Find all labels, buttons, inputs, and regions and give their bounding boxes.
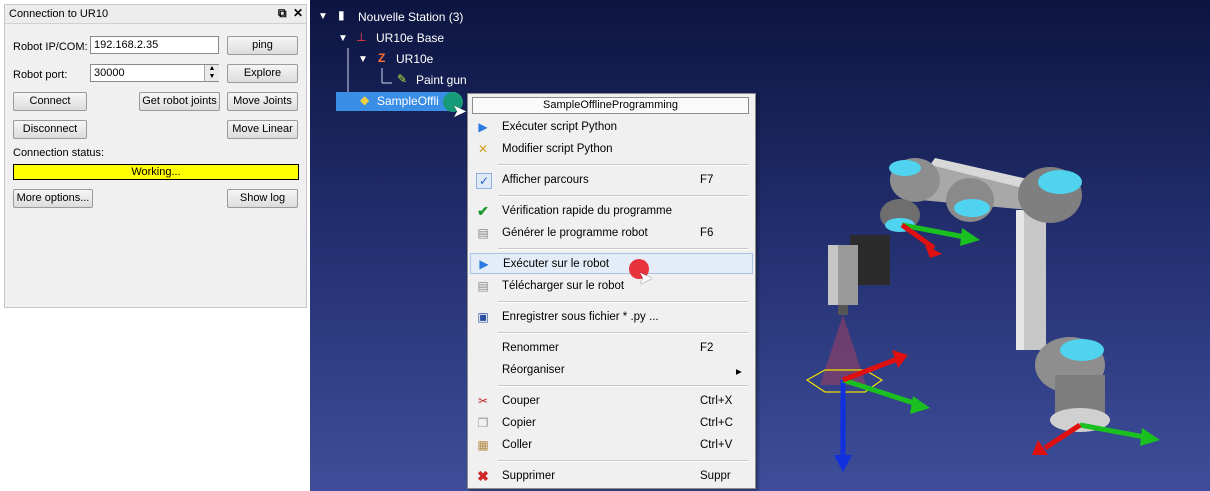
menu-separator: [498, 385, 748, 387]
tool-icon: ✎: [397, 72, 408, 86]
robot-icon: Z: [378, 51, 386, 65]
move-linear-button[interactable]: Move Linear: [227, 120, 298, 139]
more-options-button[interactable]: More options...: [13, 189, 93, 208]
menu-item-cut[interactable]: ✂ Couper Ctrl+X: [470, 391, 753, 412]
station-icon: ▮: [338, 8, 345, 22]
play-icon: ▶: [478, 120, 488, 134]
connect-button[interactable]: Connect: [13, 92, 87, 111]
tree-robot[interactable]: UR10e: [396, 52, 433, 66]
menu-separator: [498, 460, 748, 462]
menu-item-delete[interactable]: ✖ Supprimer Suppr: [470, 466, 753, 487]
delete-icon: ✖: [477, 468, 489, 484]
panel-titlebar: Connection to UR10 ⧉ ✕: [5, 5, 306, 24]
menu-item-quick-check[interactable]: ✔ Vérification rapide du programme: [470, 201, 753, 222]
connection-status-label: Connection status:: [13, 147, 105, 159]
port-stepper[interactable]: 30000: [90, 64, 219, 82]
restore-icon[interactable]: ⧉: [278, 6, 287, 21]
tree-station[interactable]: Nouvelle Station (3): [358, 10, 463, 24]
expand-arrow-icon[interactable]: ▼: [358, 54, 368, 65]
check-icon: ✔: [477, 203, 489, 219]
menu-separator: [498, 248, 748, 250]
move-joints-button[interactable]: Move Joints: [227, 92, 298, 111]
menu-item-reorganize[interactable]: Réorganiser ▸: [470, 360, 753, 381]
get-robot-joints-button[interactable]: Get robot joints: [139, 92, 220, 111]
mouse-pointer-icon: ➤: [638, 268, 654, 288]
expand-arrow-icon[interactable]: ▼: [318, 11, 328, 22]
disconnect-button[interactable]: Disconnect: [13, 120, 87, 139]
menu-item-edit-python[interactable]: ✕ Modifier script Python: [470, 139, 753, 160]
3d-viewport[interactable]: ▼ ▮ Nouvelle Station (3) ▼ ⊥ UR10e Base …: [310, 0, 1210, 491]
ping-button[interactable]: ping: [227, 36, 298, 55]
submenu-arrow-icon: ▸: [736, 366, 742, 378]
tree-program[interactable]: SampleOffli: [377, 94, 439, 108]
frame-icon: ⊥: [356, 30, 367, 44]
menu-item-run-on-robot[interactable]: ▶ Exécuter sur le robot: [470, 253, 753, 274]
spin-arrows-icon[interactable]: ▲ ▼: [204, 65, 219, 81]
document-icon: ▤: [477, 279, 489, 293]
menu-separator: [498, 195, 748, 197]
menu-separator: [498, 301, 748, 303]
menu-item-save-as-py[interactable]: ▣ Enregistrer sous fichier * .py ...: [470, 307, 753, 328]
explore-button[interactable]: Explore: [227, 64, 298, 83]
save-icon: ▣: [477, 310, 489, 324]
scissors-icon: ✂: [477, 394, 489, 408]
ip-input[interactable]: [90, 36, 219, 54]
menu-item-copy[interactable]: ❐ Copier Ctrl+C: [470, 413, 753, 434]
tree-base[interactable]: UR10e Base: [376, 31, 444, 45]
context-menu: SampleOfflineProgramming ▶ Exécuter scri…: [467, 93, 756, 489]
document-icon: ▤: [477, 226, 489, 240]
connection-panel: Connection to UR10 ⧉ ✕ Robot IP/COM: pin…: [4, 4, 307, 308]
menu-item-upload-to-robot[interactable]: ▤ Télécharger sur le robot: [470, 276, 753, 297]
show-log-button[interactable]: Show log: [227, 189, 298, 208]
ip-label: Robot IP/COM:: [13, 41, 88, 53]
menu-item-rename[interactable]: Renommer F2: [470, 338, 753, 359]
menu-item-run-python[interactable]: ▶ Exécuter script Python: [470, 117, 753, 138]
menu-item-paste[interactable]: ▦ Coller Ctrl+V: [470, 435, 753, 456]
copy-icon: ❐: [477, 416, 489, 430]
menu-separator: [498, 332, 748, 334]
play-icon: ▶: [479, 257, 489, 271]
port-label: Robot port:: [13, 69, 68, 81]
python-icon: ◆: [360, 93, 370, 107]
mouse-pointer-icon: ➤: [452, 101, 468, 121]
menu-item-generate-program[interactable]: ▤ Générer le programme robot F6: [470, 223, 753, 244]
port-value: 30000: [94, 67, 125, 79]
connection-status-bar: Working...: [13, 164, 299, 180]
tree-tool[interactable]: Paint gun: [416, 73, 467, 87]
edit-script-icon: ✕: [477, 142, 489, 156]
context-menu-header: SampleOfflineProgramming: [472, 97, 749, 114]
close-icon[interactable]: ✕: [293, 6, 303, 20]
paste-icon: ▦: [477, 438, 489, 452]
checkmark-icon: ✓: [476, 173, 492, 189]
panel-title: Connection to UR10: [9, 8, 109, 20]
expand-arrow-icon[interactable]: ▼: [338, 33, 348, 44]
menu-item-show-path[interactable]: ✓ Afficher parcours F7: [470, 170, 753, 191]
menu-separator: [498, 164, 748, 166]
